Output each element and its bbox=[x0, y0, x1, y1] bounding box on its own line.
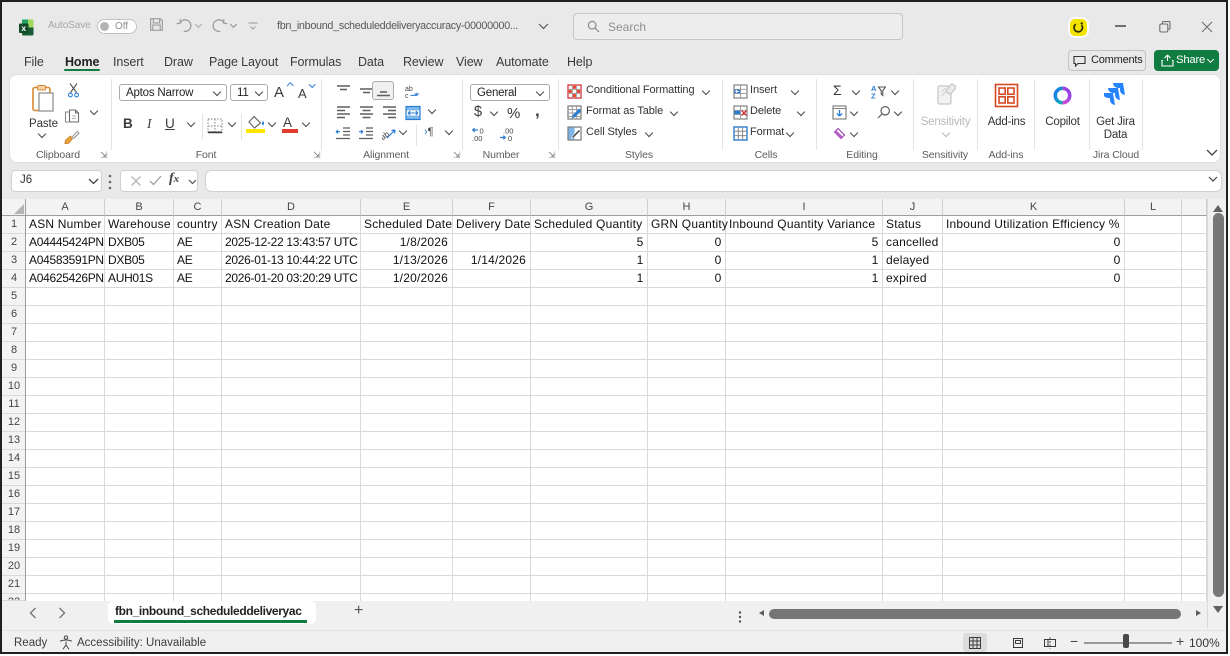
svg-text:.00: .00 bbox=[472, 134, 482, 142]
svg-text:0: 0 bbox=[508, 134, 512, 142]
svg-text:Z: Z bbox=[871, 91, 876, 99]
svg-text:x: x bbox=[21, 23, 26, 33]
svg-text:c: c bbox=[405, 93, 409, 99]
svg-text:ab: ab bbox=[405, 86, 413, 93]
